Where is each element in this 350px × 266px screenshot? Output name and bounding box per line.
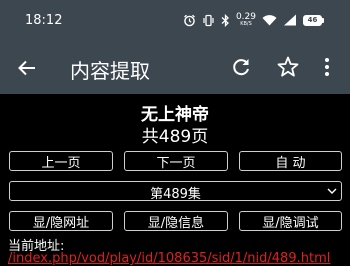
wifi-icon [262,15,277,26]
more-vert-icon[interactable] [320,56,334,78]
app-bar: 内容提取 [0,42,350,94]
status-time: 18:12 [25,13,63,28]
auto-button[interactable]: 自 动 [239,151,342,171]
toggle-debug-button[interactable]: 显/隐调试 [239,211,342,231]
chevron-down-icon [327,188,337,194]
battery-level: 46 [303,14,322,26]
page-title: 内容提取 [70,59,150,83]
bluetooth-icon [221,13,229,27]
status-icons: 0.29 KB/S 46 [183,12,324,28]
net-speed: 0.29 KB/S [235,12,256,28]
refresh-icon[interactable] [230,56,252,78]
alarm-icon [184,14,195,26]
toggle-info-button[interactable]: 显/隐信息 [124,211,228,231]
status-bar: 18:12 0.29 KB/S 46 [0,0,350,42]
prev-page-button[interactable]: 上一页 [9,151,113,171]
back-arrow-icon[interactable] [16,57,38,79]
episode-select-value: 第489集 [150,187,201,202]
current-url-link[interactable]: /index.php/vod/play/id/108635/sid/1/nid/… [8,251,330,266]
page-count: 共489页 [141,127,209,147]
vibrate-icon [203,14,214,26]
battery-icon: 46 [303,14,324,26]
star-outline-icon[interactable] [276,55,300,79]
next-page-button[interactable]: 下一页 [124,151,228,171]
net-speed-unit: KB/S [240,21,252,27]
net-speed-value: 0.29 [235,12,256,22]
signal-icon [284,14,296,26]
toggle-url-button[interactable]: 显/隐网址 [9,211,113,231]
content-area: 无上神帝 共489页 上一页 下一页 自 动 第489集 显/隐网址 显/隐信息… [0,94,350,266]
episode-select[interactable]: 第489集 [9,181,342,202]
